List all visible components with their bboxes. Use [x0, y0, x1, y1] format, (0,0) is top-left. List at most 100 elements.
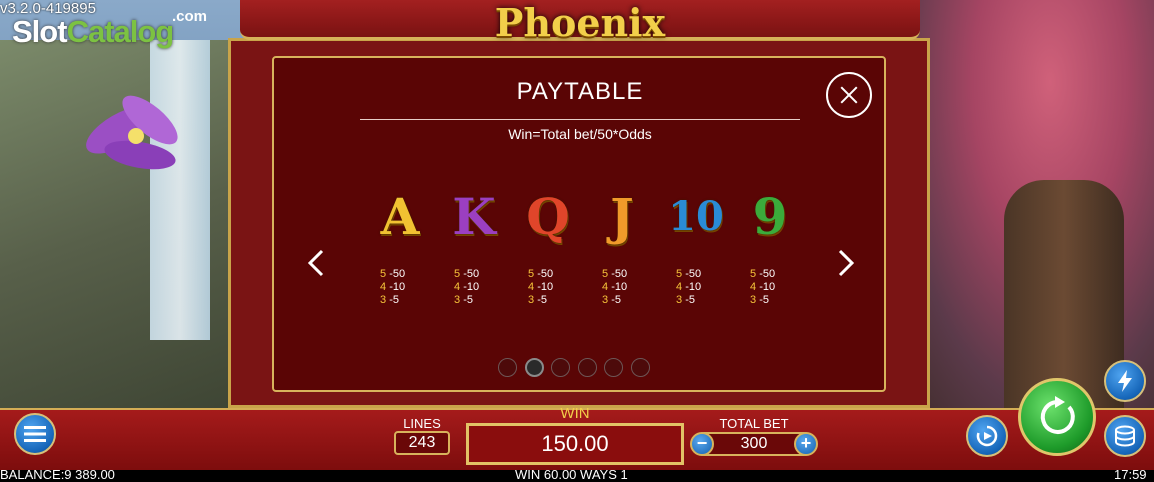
page-dot[interactable]: [577, 358, 597, 377]
symbol-9: 9: [752, 187, 788, 246]
odds-count: 4: [454, 281, 461, 293]
increase-bet-button[interactable]: +: [794, 432, 818, 456]
win-label: WIN: [560, 405, 590, 422]
odds-count: 3: [750, 294, 757, 306]
page-dot[interactable]: [630, 358, 650, 377]
odds-row: 3 -5: [676, 294, 726, 307]
odds-value: -10: [611, 281, 628, 293]
odds-count: 5: [750, 268, 757, 280]
symbol-k: K: [452, 187, 496, 246]
odds-count: 3: [380, 294, 387, 306]
game-title: Phoenix: [494, 0, 666, 45]
lines-value: 243: [394, 431, 450, 455]
odds-list: 5 -50 4 -10 3 -5: [518, 268, 578, 307]
chevron-left-icon[interactable]: [304, 248, 328, 278]
odds-count: 4: [602, 281, 609, 293]
menu-icon: [24, 426, 46, 442]
title-divider: [360, 119, 800, 120]
odds-count: 5: [602, 268, 609, 280]
page-dot[interactable]: [524, 358, 544, 377]
odds-count: 5: [380, 268, 387, 280]
symbol-row: A 5 -50 4 -10 3 -5 K 5 -50 4 -10 3 -5 Q …: [370, 188, 810, 308]
symbol-card: A 5 -50 4 -10 3 -5: [370, 188, 430, 307]
odds-count: 3: [454, 294, 461, 306]
page-indicator: [498, 358, 657, 378]
odds-value: -5: [537, 294, 547, 306]
coins-icon: [1115, 425, 1135, 447]
symbol-card: J 5 -50 4 -10 3 -5: [592, 188, 652, 307]
odds-count: 3: [602, 294, 609, 306]
odds-row: 5 -50: [750, 268, 800, 281]
symbol-card: Q 5 -50 4 -10 3 -5: [518, 188, 578, 307]
odds-list: 5 -50 4 -10 3 -5: [444, 268, 504, 307]
title-banner: Phoenix: [240, 0, 920, 45]
odds-row: 3 -5: [454, 294, 504, 307]
symbol-card: K 5 -50 4 -10 3 -5: [444, 188, 504, 307]
odds-value: -10: [759, 281, 776, 293]
odds-row: 4 -10: [676, 281, 726, 294]
autoplay-button[interactable]: [966, 415, 1008, 457]
autoplay-icon: [976, 425, 998, 447]
odds-value: -5: [389, 294, 399, 306]
odds-count: 4: [676, 281, 683, 293]
odds-value: -50: [389, 268, 406, 280]
odds-row: 4 -10: [454, 281, 504, 294]
odds-value: -10: [685, 281, 702, 293]
turbo-button[interactable]: [1104, 360, 1146, 402]
odds-value: -50: [537, 268, 554, 280]
purple-flower: [86, 95, 178, 170]
odds-row: 5 -50: [676, 268, 726, 281]
slotcatalog-logo: SlotCatalog .com: [12, 8, 207, 50]
menu-button[interactable]: [14, 413, 56, 455]
odds-list: 5 -50 4 -10 3 -5: [592, 268, 652, 307]
symbol-card: 9 5 -50 4 -10 3 -5: [740, 188, 800, 307]
odds-row: 5 -50: [454, 268, 504, 281]
symbol-10: 10: [668, 193, 724, 240]
odds-list: 5 -50 4 -10 3 -5: [666, 268, 726, 307]
odds-row: 5 -50: [528, 268, 578, 281]
odds-row: 4 -10: [602, 281, 652, 294]
paytable-formula: Win=Total bet/50*Odds: [508, 126, 652, 142]
balance-display: BALANCE:9 389.00: [0, 467, 115, 482]
odds-count: 4: [380, 281, 387, 293]
logo-catalog-text: Catalog: [66, 14, 175, 49]
bet-settings-button[interactable]: [1104, 415, 1146, 457]
turbo-icon: [1118, 370, 1132, 392]
logo-com-text: .com: [172, 8, 208, 25]
status-message: WIN 60.00 WAYS 1: [515, 467, 628, 482]
odds-row: 3 -5: [528, 294, 578, 307]
page-dot[interactable]: [551, 358, 570, 377]
odds-value: -10: [537, 281, 554, 293]
odds-value: -50: [685, 268, 702, 280]
close-icon[interactable]: [826, 72, 872, 118]
odds-value: -5: [685, 294, 695, 306]
odds-count: 4: [750, 281, 757, 293]
odds-value: -5: [759, 294, 769, 306]
odds-count: 3: [528, 294, 535, 306]
odds-value: -5: [611, 294, 621, 306]
odds-count: 5: [676, 268, 683, 280]
symbol-card: 10 5 -50 4 -10 3 -5: [666, 188, 726, 307]
odds-value: -10: [389, 281, 406, 293]
symbol-j: J: [610, 187, 634, 246]
logo-slot-text: Slot: [12, 14, 68, 49]
odds-value: -50: [611, 268, 628, 280]
chevron-right-icon[interactable]: [834, 248, 858, 278]
odds-value: -5: [463, 294, 473, 306]
odds-count: 5: [454, 268, 461, 280]
spin-icon: [1040, 396, 1075, 434]
odds-count: 5: [528, 268, 535, 280]
lines-label: LINES: [403, 416, 441, 431]
total-bet-label: TOTAL BET: [719, 416, 789, 431]
decrease-bet-button[interactable]: −: [690, 432, 714, 456]
odds-row: 3 -5: [750, 294, 800, 307]
symbol-a: A: [380, 187, 420, 246]
odds-count: 3: [676, 294, 683, 306]
page-dot[interactable]: [498, 358, 517, 377]
odds-row: 5 -50: [380, 268, 430, 281]
paytable-modal: PAYTABLE Win=Total bet/50*Odds A 5 -50 4…: [272, 56, 886, 392]
odds-list: 5 -50 4 -10 3 -5: [740, 268, 800, 307]
spin-button[interactable]: [1018, 378, 1096, 456]
odds-row: 3 -5: [380, 294, 430, 307]
page-dot[interactable]: [604, 358, 623, 377]
